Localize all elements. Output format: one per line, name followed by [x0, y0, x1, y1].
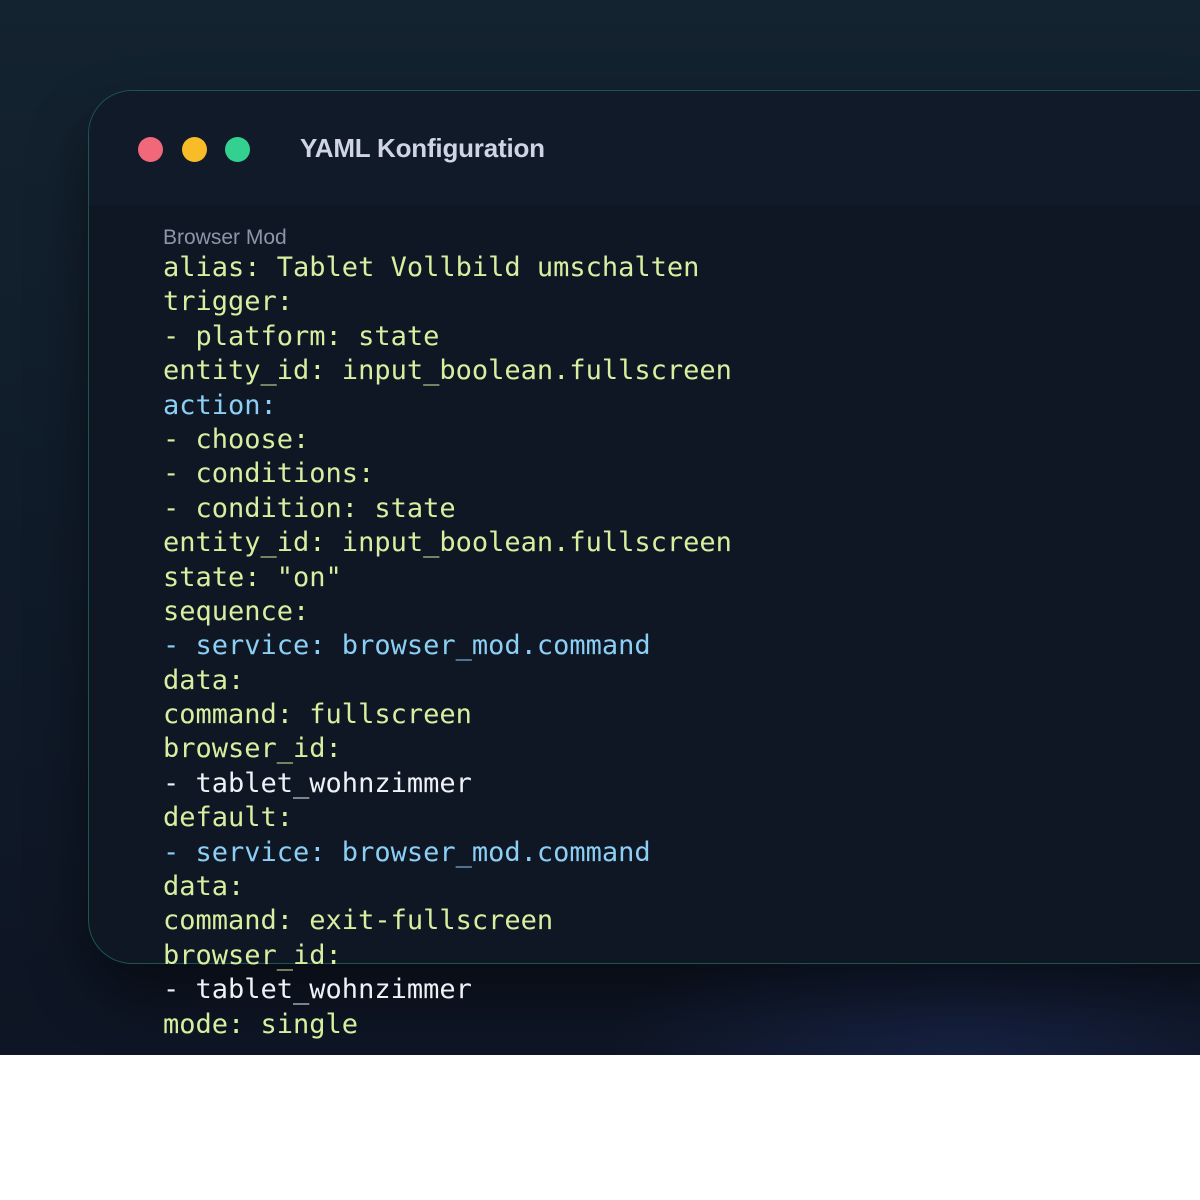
code-line: - condition: state — [163, 492, 732, 526]
maximize-dot[interactable] — [225, 137, 250, 162]
code-label: Browser Mod — [163, 226, 287, 249]
code-token: entity_id: input_boolean.fullscreen — [163, 355, 732, 387]
code-token: mode: single — [163, 1008, 359, 1040]
code-token: - tablet_wohnzimmer — [163, 974, 472, 1006]
close-dot[interactable] — [138, 137, 163, 162]
code-line: alias: Tablet Vollbild umschalten — [163, 251, 732, 285]
code-line: - service: browser_mod.command — [163, 836, 732, 870]
background: YAML Konfiguration Browser Mod alias: Ta… — [0, 0, 1200, 1055]
code-line: - tablet_wohnzimmer — [163, 767, 732, 801]
code-token: data: — [163, 871, 245, 903]
code-line: - tablet_wohnzimmer — [163, 973, 732, 1007]
code-token: sequence: — [163, 595, 310, 627]
code-line: default: — [163, 801, 732, 835]
code-line: action: — [163, 389, 732, 423]
code-line: entity_id: input_boolean.fullscreen — [163, 526, 732, 560]
code-block: alias: Tablet Vollbild umschalten trigger… — [163, 251, 732, 1042]
code-line: command: exit-fullscreen — [163, 904, 732, 938]
code-token: - service: browser_mod.command — [163, 836, 651, 868]
code-token: data: — [163, 664, 245, 696]
code-line: data: — [163, 870, 732, 904]
code-token: command: fullscreen — [163, 699, 472, 731]
code-token: - service: browser_mod.command — [163, 630, 651, 662]
code-line: - platform: state — [163, 320, 732, 354]
code-token: browser_id: — [163, 939, 342, 971]
code-line: sequence: — [163, 595, 732, 629]
code-line: state: "on" — [163, 561, 732, 595]
code-token: browser_id: — [163, 733, 342, 765]
code-token: entity_id: input_boolean.fullscreen — [163, 527, 732, 559]
code-line: - conditions: — [163, 457, 732, 491]
code-line: mode: single — [163, 1008, 732, 1042]
code-line: data: — [163, 664, 732, 698]
code-line: - service: browser_mod.command — [163, 629, 732, 663]
code-line: command: fullscreen — [163, 698, 732, 732]
code-token: - condition: state — [163, 492, 456, 524]
code-line: - choose: — [163, 423, 732, 457]
minimize-dot[interactable] — [182, 137, 207, 162]
code-token: state: "on" — [163, 561, 342, 593]
code-token: command: exit-fullscreen — [163, 905, 554, 937]
code-token: - tablet_wohnzimmer — [163, 767, 472, 799]
code-token: alias: Tablet Vollbild umschalten — [163, 252, 700, 283]
code-token: - platform: state — [163, 320, 440, 352]
window-title: YAML Konfiguration — [300, 133, 545, 163]
code-line: entity_id: input_boolean.fullscreen — [163, 354, 732, 388]
code-token: - conditions: — [163, 458, 375, 490]
code-token: trigger: — [163, 286, 294, 318]
code-token: - choose: — [163, 423, 310, 455]
code-line: browser_id: — [163, 939, 732, 973]
code-line: trigger: — [163, 285, 732, 319]
code-token: default: — [163, 802, 294, 834]
window-titlebar: YAML Konfiguration — [89, 91, 1200, 205]
code-token: action: — [163, 389, 277, 421]
code-line: browser_id: — [163, 732, 732, 766]
